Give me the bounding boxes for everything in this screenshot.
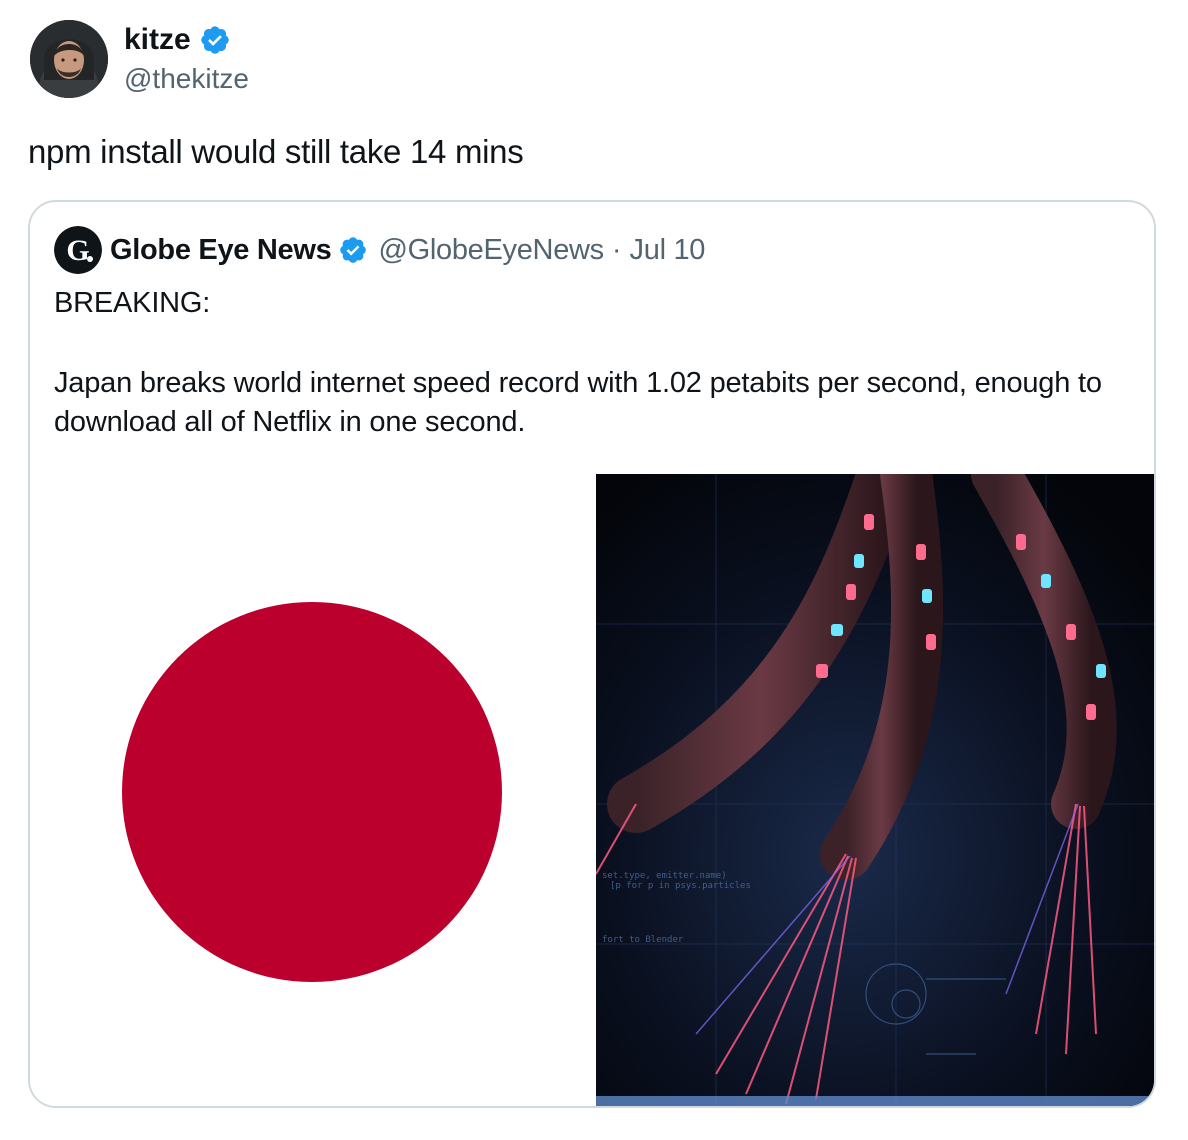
header-separator: · (611, 233, 622, 266)
svg-text:[p for p in psys.particles: [p for p in psys.particles (610, 881, 751, 891)
breaking-label: BREAKING: (54, 287, 211, 319)
japan-flag-image[interactable] (30, 474, 596, 1106)
svg-text:set.type, emitter.name): set.type, emitter.name) (602, 871, 727, 881)
quoted-tweet-text: BREAKING: Japan breaks world internet sp… (54, 284, 1114, 442)
fiber-optic-cables-image[interactable]: set.type, emitter.name) [p for p in psys… (596, 474, 1154, 1106)
red-sun-disc (122, 602, 502, 982)
author-handle[interactable]: @thekitze (124, 62, 249, 96)
svg-text:fort to Blender: fort to Blender (602, 935, 684, 945)
verified-badge-icon (201, 26, 229, 54)
quoted-tweet-date[interactable]: Jul 10 (630, 234, 706, 267)
quoted-tweet-body: Japan breaks world internet speed record… (54, 367, 1102, 438)
tweet-text: npm install would still take 14 mins (28, 133, 524, 170)
globe-eye-logo-icon[interactable]: G (54, 226, 102, 274)
quoted-tweet-card[interactable]: G Globe Eye News @GlobeEyeNews · Jul 10 … (28, 200, 1156, 1108)
quoted-tweet-header: G Globe Eye News @GlobeEyeNews · Jul 10 (54, 226, 706, 274)
svg-text:G: G (66, 234, 89, 267)
author-name[interactable]: kitze (124, 22, 191, 58)
verified-badge-icon (340, 237, 367, 263)
author-name-row: kitze (124, 22, 231, 58)
quoted-author-handle[interactable]: @GlobeEyeNews (378, 234, 604, 267)
quoted-author-name[interactable]: Globe Eye News (110, 234, 332, 267)
person-avatar-icon (30, 20, 108, 98)
author-avatar[interactable] (30, 20, 108, 98)
